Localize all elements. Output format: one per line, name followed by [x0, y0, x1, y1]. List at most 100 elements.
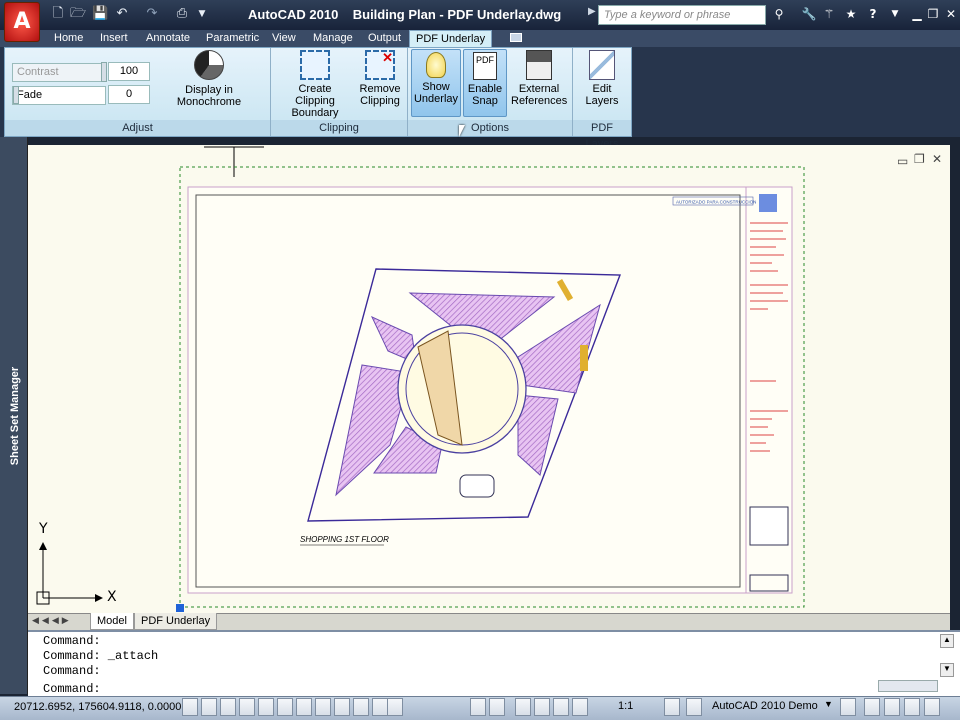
open-icon[interactable]: 🗁: [70, 6, 86, 22]
steering-wheel-icon[interactable]: [553, 698, 569, 716]
model-space-icon[interactable]: [470, 698, 486, 716]
snap-mode-icon[interactable]: [201, 698, 217, 716]
pan-icon[interactable]: [515, 698, 531, 716]
escalator-e: [580, 345, 588, 371]
zoom-icon[interactable]: [534, 698, 550, 716]
create-clip-label-1: Create Clipping: [295, 83, 335, 107]
enable-snap-label-1: Enable: [467, 83, 503, 95]
ortho-mode-icon[interactable]: [239, 698, 255, 716]
tab-insert[interactable]: Insert: [94, 30, 134, 47]
pdf-underlay-drawing[interactable]: AUTORIZADO PARA CONSTRUCCION SHOPPING 1S…: [28, 145, 950, 613]
command-prompt[interactable]: Command:: [43, 682, 101, 696]
external-references-button[interactable]: External References: [511, 50, 567, 107]
annotation-scale[interactable]: 1:1: [618, 700, 633, 712]
remove-clipping-button[interactable]: ✕ Remove Clipping: [357, 50, 403, 107]
help-search-input[interactable]: Type a keyword or phrase: [598, 5, 766, 25]
monochrome-icon: [194, 50, 224, 80]
status-menu-icon[interactable]: [904, 698, 920, 716]
tab-model[interactable]: Model: [90, 613, 134, 630]
pdf-snap-icon: PDF: [473, 52, 497, 80]
help-dropdown-icon[interactable]: ▼: [884, 6, 906, 24]
monochrome-label: Display in Monochrome: [176, 84, 242, 108]
tab-parametric[interactable]: Parametric: [200, 30, 265, 47]
tab-pdf-underlay-layout[interactable]: PDF Underlay: [134, 613, 218, 630]
clean-screen-icon[interactable]: [924, 698, 940, 716]
annotation-visibility-icon[interactable]: [664, 698, 680, 716]
scroll-up-icon[interactable]: ▲: [940, 634, 954, 648]
clip-create-icon: [300, 50, 330, 80]
mouse-cursor-icon: [459, 125, 465, 137]
fade-value-input[interactable]: 0: [108, 85, 150, 104]
lineweight-icon[interactable]: [353, 698, 369, 716]
show-underlay-button[interactable]: Show Underlay: [411, 49, 461, 117]
undo-icon[interactable]: ↶: [114, 6, 130, 22]
layout-nav-arrows-icon[interactable]: ◀◀◀▶: [32, 615, 72, 626]
horizontal-scrollbar[interactable]: [878, 680, 938, 692]
remove-clip-label-2: Clipping: [360, 95, 400, 107]
tab-manage[interactable]: Manage: [307, 30, 359, 47]
binoculars-icon[interactable]: ⚲: [768, 6, 790, 24]
isolate-objects-icon[interactable]: [884, 698, 900, 716]
quick-properties-icon[interactable]: [372, 698, 388, 716]
edit-layers-button[interactable]: Edit Layers: [578, 50, 626, 107]
dynamic-input-icon[interactable]: [334, 698, 350, 716]
plot-icon[interactable]: ⎙: [174, 6, 190, 22]
command-history-line: Command:: [43, 634, 101, 648]
allow-ucs-icon[interactable]: [315, 698, 331, 716]
help-icon[interactable]: ?: [862, 6, 884, 24]
panel-pdf-layers-label: PDF Layers: [573, 120, 631, 150]
coordinate-readout: 20712.6952, 175604.9118, 0.0000: [14, 701, 182, 713]
lightbulb-icon: [426, 52, 446, 78]
favorites-star-icon[interactable]: ★: [840, 6, 862, 24]
hardware-acceleration-icon[interactable]: [864, 698, 880, 716]
showmotion-icon[interactable]: [572, 698, 588, 716]
object-snap-tracking-icon[interactable]: [296, 698, 312, 716]
create-clipping-boundary-button[interactable]: Create Clipping Boundary: [278, 50, 352, 119]
fade-slider-thumb[interactable]: [13, 86, 19, 104]
polar-tracking-icon[interactable]: [258, 698, 274, 716]
enable-snap-button[interactable]: PDF Enable Snap: [463, 49, 507, 117]
grip-handle[interactable]: [176, 604, 184, 612]
command-window[interactable]: [28, 630, 960, 696]
save-icon[interactable]: 💾: [92, 6, 108, 22]
tab-pdf-underlay[interactable]: PDF Underlay: [409, 30, 493, 47]
scroll-down-icon[interactable]: ▼: [940, 663, 954, 677]
close-button[interactable]: ✕: [940, 6, 960, 24]
contrast-value-input[interactable]: 100: [108, 62, 150, 81]
workspace-switcher[interactable]: AutoCAD 2010 Demo: [712, 700, 818, 712]
auto-scale-icon[interactable]: [686, 698, 702, 716]
contrast-label: Contrast: [12, 63, 106, 82]
contrast-slider-thumb[interactable]: [101, 62, 107, 82]
tab-view[interactable]: View: [266, 30, 302, 47]
construction-stamp: AUTORIZADO PARA CONSTRUCCION: [676, 200, 756, 205]
infer-constraints-icon[interactable]: [182, 698, 198, 716]
application-menu-button[interactable]: A: [4, 2, 40, 42]
quick-access-dropdown-icon[interactable]: ▼: [194, 6, 210, 22]
show-underlay-label-2: Underlay: [413, 93, 459, 105]
redo-icon[interactable]: ↷: [144, 6, 160, 22]
lock-icon[interactable]: [840, 698, 856, 716]
enable-snap-label-2: Snap: [472, 95, 498, 107]
tab-annotate[interactable]: Annotate: [140, 30, 196, 47]
tab-home[interactable]: Home: [48, 30, 89, 47]
ucs-y-label: Y: [39, 521, 48, 537]
ucs-icon: [36, 542, 103, 605]
key-plan-thumbnail: [749, 506, 789, 546]
object-snap-icon[interactable]: [277, 698, 293, 716]
subscription-center-icon[interactable]: 🔧: [798, 6, 820, 24]
edit-layers-label-2: Layers: [585, 95, 619, 107]
grid-display-icon[interactable]: [220, 698, 236, 716]
display-monochrome-button[interactable]: Display in Monochrome: [154, 50, 264, 108]
layers-icon: [589, 50, 615, 80]
search-expand-icon[interactable]: ▶: [588, 6, 596, 17]
quick-view-layouts-icon[interactable]: [489, 698, 505, 716]
edit-layers-label-1: Edit: [592, 83, 612, 95]
ribbon-minimize-icon[interactable]: [510, 33, 522, 42]
selection-cycling-icon[interactable]: [387, 698, 403, 716]
clip-remove-icon: ✕: [365, 50, 395, 80]
tab-output[interactable]: Output: [362, 30, 407, 47]
communication-center-icon[interactable]: ⚚: [818, 6, 840, 24]
workspace-dropdown-icon[interactable]: ▼: [824, 699, 833, 709]
central-atrium: [397, 324, 527, 454]
new-icon[interactable]: 🗋: [50, 6, 66, 22]
